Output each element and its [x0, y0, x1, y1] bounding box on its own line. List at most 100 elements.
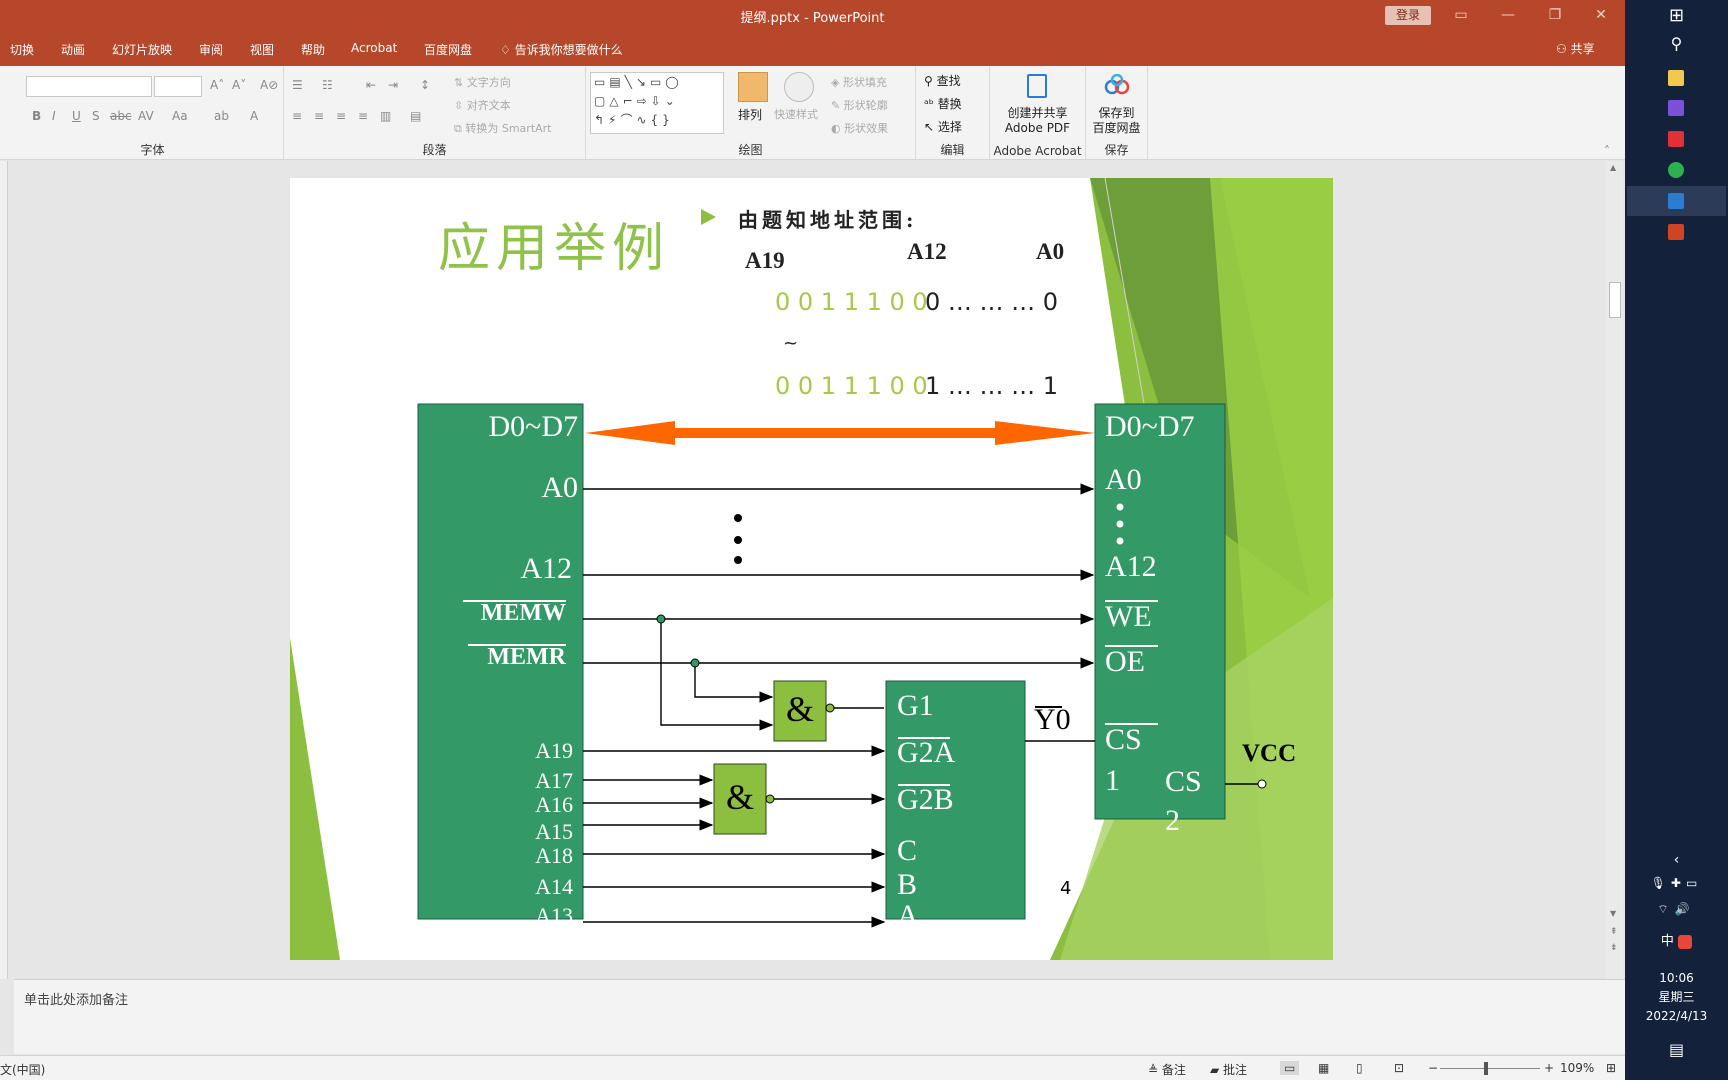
tab-baidu[interactable]: 百度网盘 [424, 41, 472, 58]
italic-icon[interactable]: I [52, 109, 56, 123]
zoom-slider-thumb[interactable] [1484, 1062, 1488, 1075]
thumbnail-pane-edge[interactable] [0, 161, 8, 979]
baidu-cloud-icon[interactable] [1104, 73, 1130, 96]
shape-effects-button[interactable]: ◐ 形状效果 [831, 120, 888, 136]
wechat-icon[interactable] [1668, 162, 1684, 178]
visual-studio-icon[interactable] [1668, 100, 1684, 116]
tab-review[interactable]: 审阅 [199, 41, 223, 58]
select-button[interactable]: ↖ 选择 [924, 118, 962, 135]
scroll-down-icon[interactable]: ▼ [1610, 909, 1616, 918]
clear-format-icon[interactable]: A⊘ [260, 78, 278, 92]
memory-a0-label: A0 [1105, 463, 1142, 496]
notes-button[interactable]: ≜ 备注 [1148, 1061, 1186, 1078]
fit-to-window-icon[interactable]: ⊞ [1606, 1061, 1616, 1075]
shape-outline-button[interactable]: ✎ 形状轮廓 [831, 97, 888, 113]
zoom-level[interactable]: 109% [1560, 1061, 1594, 1075]
justify-icon[interactable]: ≡ [358, 109, 368, 123]
minimize-icon[interactable]: — [1493, 4, 1523, 26]
windows-start-icon[interactable]: ⊞ [1625, 5, 1728, 26]
font-color-icon[interactable]: A [250, 109, 258, 123]
save-baidu-button[interactable]: 保存到 百度网盘 [1086, 106, 1147, 136]
restore-icon[interactable]: ❐ [1540, 4, 1570, 26]
editing-group-label: 编辑 [940, 143, 965, 157]
smartart-button[interactable]: ⧉ 转换为 SmartArt [454, 120, 552, 136]
zoom-out-icon[interactable]: − [1428, 1061, 1438, 1075]
tab-view[interactable]: 视图 [250, 41, 274, 58]
font-size-combo[interactable] [154, 76, 202, 97]
prev-slide-icon[interactable]: ⇞ [1610, 927, 1618, 937]
tab-animations[interactable]: 动画 [61, 41, 85, 58]
replace-button[interactable]: ᵃᵇ 替换 [924, 95, 962, 112]
align-right-icon[interactable]: ≡ [336, 109, 346, 123]
shadow-icon[interactable]: S [92, 109, 100, 123]
close-icon[interactable]: ✕ [1586, 4, 1616, 26]
tab-transitions[interactable]: 切换 [10, 41, 34, 58]
shrink-font-icon[interactable]: A˅ [232, 78, 246, 92]
ime-indicator[interactable]: 中 [1625, 930, 1728, 949]
comments-button[interactable]: ▰ 批注 [1210, 1061, 1247, 1078]
text-direction-button[interactable]: ⇅ 文字方向 [454, 74, 511, 90]
powerpoint-icon[interactable] [1668, 224, 1684, 240]
columns-icon[interactable]: ▤ [410, 109, 421, 123]
cpu-a12-label: A12 [520, 552, 572, 585]
vcc-terminal [1257, 779, 1267, 789]
lanxin-icon[interactable] [1668, 193, 1684, 209]
ribbon-display-icon[interactable]: ▭ [1446, 4, 1476, 26]
language-indicator[interactable]: 文(中国) [0, 1061, 45, 1078]
align-left-icon[interactable]: ≡ [292, 109, 302, 123]
bold-icon[interactable]: B [32, 109, 41, 123]
change-case-icon[interactable]: Aa [172, 109, 188, 123]
tray-icons-row1[interactable]: 🎙✚▭ [1625, 876, 1728, 890]
zoom-in-icon[interactable]: + [1544, 1061, 1554, 1075]
bullets-icon[interactable]: ☰ [292, 78, 303, 92]
tab-slideshow[interactable]: 幻灯片放映 [112, 41, 172, 58]
underline-icon[interactable]: U [72, 109, 81, 123]
font-name-combo[interactable] [26, 76, 152, 97]
decrease-indent-icon[interactable]: ⇤ [366, 78, 376, 92]
scroll-up-icon[interactable]: ▲ [1610, 163, 1616, 172]
numbering-icon[interactable]: ☷ [322, 78, 333, 92]
clock[interactable]: 10:06 星期三 2022/4/13 [1625, 969, 1728, 1026]
align-center-icon[interactable]: ≡ [314, 109, 324, 123]
tab-acrobat[interactable]: Acrobat [351, 41, 397, 55]
collapse-ribbon-icon[interactable]: ˄ [1604, 144, 1610, 158]
slideshow-icon[interactable]: ⊡ [1394, 1061, 1404, 1075]
find-button[interactable]: ⚲ 查找 [924, 72, 961, 89]
char-spacing-icon[interactable]: AV [138, 109, 154, 123]
search-icon[interactable]: ⚲ [1625, 34, 1728, 53]
slide-sorter-icon[interactable]: ▦ [1318, 1061, 1329, 1075]
reading-view-icon[interactable]: ▯ [1356, 1061, 1363, 1075]
notes-pane[interactable]: 单击此处添加备注 [14, 979, 1625, 1054]
scrollbar-thumb[interactable] [1609, 282, 1621, 318]
notification-center-icon[interactable]: ▤ [1625, 1040, 1728, 1059]
network-volume-icons[interactable]: ⌔🔊 [1625, 902, 1728, 917]
arrange-label[interactable]: 排列 [738, 106, 762, 123]
zoom-slider[interactable] [1440, 1068, 1540, 1069]
tell-me-search[interactable]: ♢ 告诉我你想要做什么 [500, 41, 623, 58]
align-text-button[interactable]: ⇳ 对齐文本 [454, 97, 511, 113]
next-slide-icon[interactable]: ⇟ [1610, 943, 1618, 953]
shape-fill-button[interactable]: ◈ 形状填充 [831, 74, 887, 90]
tab-help[interactable]: 帮助 [301, 41, 325, 58]
shapes-gallery[interactable]: ▭▤╲↘▭◯ ▢△⌐⇨⇩⌄ ↰⚡⌒∿{} [590, 72, 724, 134]
distribute-icon[interactable]: ▥ [380, 109, 391, 123]
show-hidden-icons-icon[interactable]: ‹ [1625, 852, 1728, 868]
increase-indent-icon[interactable]: ⇥ [388, 78, 398, 92]
normal-view-icon[interactable]: ▭ [1280, 1061, 1300, 1075]
arrange-icon[interactable] [738, 72, 768, 102]
pdf-share-icon[interactable] [1027, 74, 1047, 98]
share-button[interactable]: ⚇ 共享 [1556, 40, 1595, 57]
file-explorer-icon[interactable] [1668, 70, 1684, 86]
slide-canvas[interactable]: 应用举例 由题知地址范围: A19 A12 A0 0 0 1 1 1 0 0 0… [290, 178, 1333, 960]
strikethrough-icon[interactable]: abc [110, 109, 132, 123]
create-pdf-line2: Adobe PDF [1004, 121, 1071, 135]
create-pdf-button[interactable]: 创建并共享 Adobe PDF [990, 106, 1085, 136]
highlight-icon[interactable]: ab [214, 109, 229, 123]
quick-styles-label[interactable]: 快速样式 [774, 106, 818, 122]
quick-styles-icon[interactable] [784, 72, 814, 102]
login-button[interactable]: 登录 [1385, 6, 1431, 25]
grow-font-icon[interactable]: A˄ [210, 78, 224, 92]
sogou-icon[interactable] [1678, 934, 1693, 949]
line-spacing-icon[interactable]: ↕ [420, 78, 430, 92]
red-app-icon[interactable] [1668, 131, 1684, 147]
